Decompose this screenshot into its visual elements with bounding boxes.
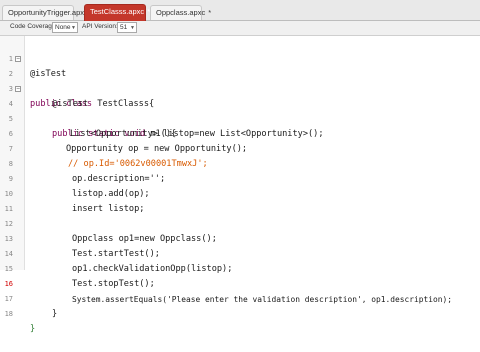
code-line: 3 @isTest	[0, 67, 480, 109]
tab-testclasss[interactable]: TestClasss.apxc *	[84, 4, 150, 21]
code-line: 14 op1.checkValidationOpp(listop);	[0, 232, 480, 274]
chevron-down-icon: ▼	[71, 25, 76, 31]
api-version-value: 51	[120, 24, 128, 31]
fold-toggle-icon[interactable]: −	[15, 56, 21, 62]
code-line: 12 Oppclass op1=new Oppclass();	[0, 202, 480, 244]
editor-toolbar: Code Coverage: None ▼ API Version: 51 ▼	[0, 21, 480, 36]
code-line: 10 insert listop;	[0, 172, 480, 214]
api-version-select[interactable]: 51 ▼	[117, 22, 137, 33]
code-text: }	[52, 309, 58, 319]
line-number: 18	[4, 310, 13, 318]
code-coverage-select[interactable]: None ▼	[52, 22, 78, 33]
code-line: 8 op.description='';	[0, 142, 480, 184]
unsaved-indicator: *	[208, 8, 212, 17]
code-coverage-label: Code Coverage:	[10, 23, 58, 30]
code-line: 13 Test.startTest();	[0, 217, 480, 259]
tab-opportunity-trigger[interactable]: OpportunityTrigger.apxt*	[2, 5, 92, 20]
chevron-down-icon: ▼	[130, 25, 135, 31]
tab-label: OpportunityTrigger.apxt	[8, 8, 87, 17]
code-text: }	[30, 324, 36, 334]
editor-tab-bar: OpportunityTrigger.apxt* TestClasss.apxc…	[0, 0, 480, 21]
tab-oppclass[interactable]: Oppclass.apxc *	[150, 5, 211, 20]
code-line: 9 listop.add(op);	[0, 157, 480, 199]
code-line: 6 Opportunity op = new Opportunity();	[0, 112, 480, 154]
code-line: 5 List<Opportunity> listop=new List<Oppo…	[0, 97, 480, 139]
code-line: 11	[0, 187, 480, 213]
tab-label: TestClasss.apxc	[90, 7, 145, 16]
code-editor[interactable]: 1 @isTest 2 − public class TestClasss{ 3…	[0, 36, 480, 334]
code-line: 4 − public static void m1(){	[0, 82, 480, 140]
code-line: 18 }	[0, 292, 480, 334]
code-line: 17 }	[0, 277, 480, 319]
tab-label: Oppclass.apxc	[156, 8, 206, 17]
code-line: 15 Test.stopTest();	[0, 247, 480, 289]
code-coverage-value: None	[55, 24, 71, 31]
code-line: 7 // op.Id='0062v00001TmwxJ';	[0, 127, 480, 169]
api-version-label: API Version:	[82, 23, 118, 30]
fold-toggle-icon[interactable]: −	[15, 86, 21, 92]
code-line: 1 @isTest	[0, 37, 480, 79]
code-line: 2 − public class TestClasss{	[0, 52, 480, 110]
